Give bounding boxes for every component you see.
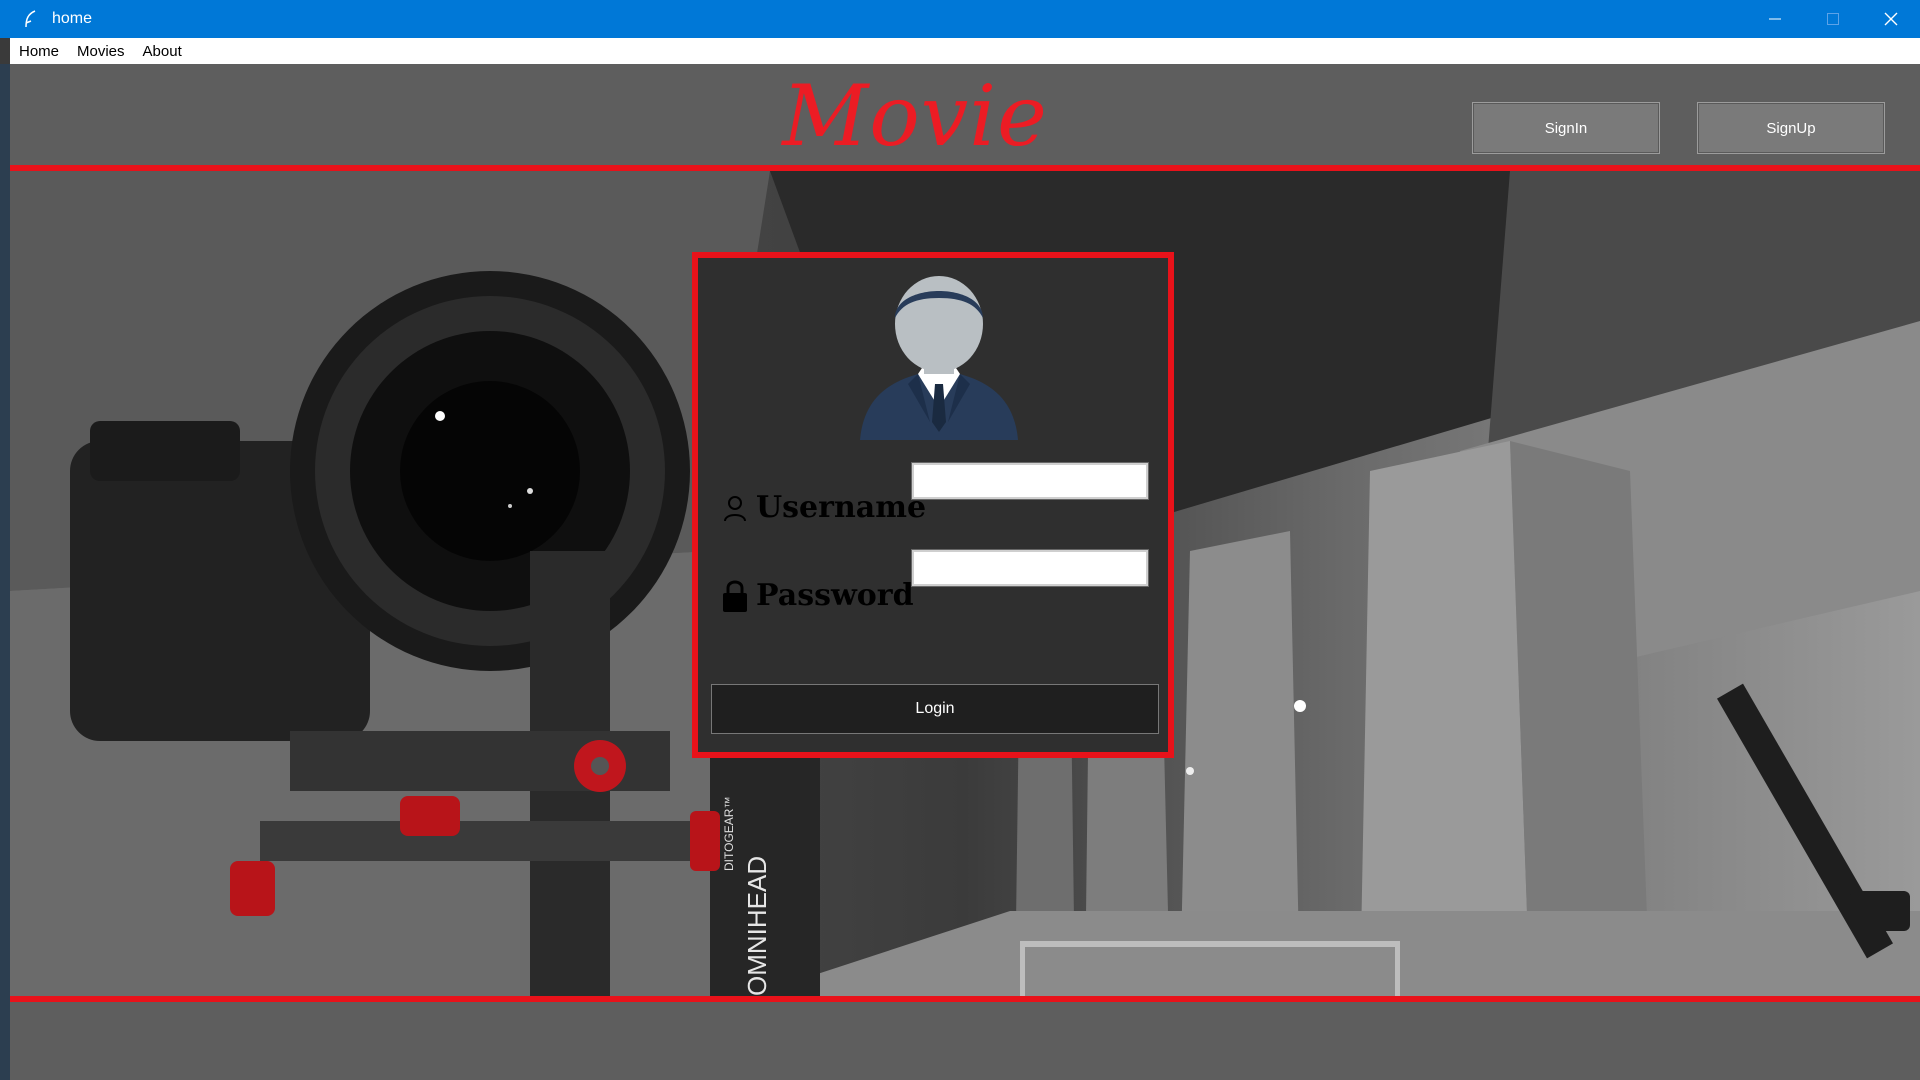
password-label: Password bbox=[756, 578, 914, 613]
gear-brand-text: DITOGEAR™ bbox=[722, 797, 736, 871]
gear-model-label: OMNIHEAD bbox=[742, 855, 772, 996]
password-row: Password bbox=[720, 578, 914, 613]
minimize-icon bbox=[1769, 18, 1781, 20]
user-avatar-icon bbox=[860, 276, 1018, 440]
minimize-button[interactable] bbox=[1746, 0, 1804, 38]
header: Movie Recommendation SignIn SignUp bbox=[10, 64, 1920, 265]
user-icon bbox=[720, 491, 750, 525]
menu-bar: Home Movies About bbox=[10, 38, 1920, 64]
window-title: home bbox=[52, 10, 93, 27]
password-input[interactable] bbox=[911, 549, 1149, 587]
menu-about[interactable]: About bbox=[134, 43, 191, 60]
gear-brand-label: DITOGEAR™ bbox=[722, 796, 736, 871]
login-panel: Username Password Login bbox=[692, 252, 1174, 758]
username-input[interactable] bbox=[911, 462, 1149, 500]
feather-icon bbox=[20, 9, 40, 29]
login-button[interactable]: Login bbox=[711, 684, 1159, 734]
window-titlebar: home bbox=[0, 0, 1920, 38]
username-label: Username bbox=[756, 490, 927, 525]
maximize-icon bbox=[1827, 13, 1839, 25]
maximize-button[interactable] bbox=[1804, 0, 1862, 38]
signin-button[interactable]: SignIn bbox=[1472, 102, 1660, 154]
menu-movies[interactable]: Movies bbox=[68, 43, 134, 60]
close-button[interactable] bbox=[1862, 0, 1920, 38]
gear-model-text: OMNIHEAD bbox=[742, 856, 773, 996]
menu-home[interactable]: Home bbox=[10, 43, 68, 60]
lock-icon bbox=[720, 579, 750, 613]
username-row: Username bbox=[720, 490, 927, 525]
window-edge bbox=[0, 64, 10, 1080]
close-icon bbox=[1884, 12, 1898, 26]
footer bbox=[10, 1002, 1920, 1080]
signup-button[interactable]: SignUp bbox=[1697, 102, 1885, 154]
